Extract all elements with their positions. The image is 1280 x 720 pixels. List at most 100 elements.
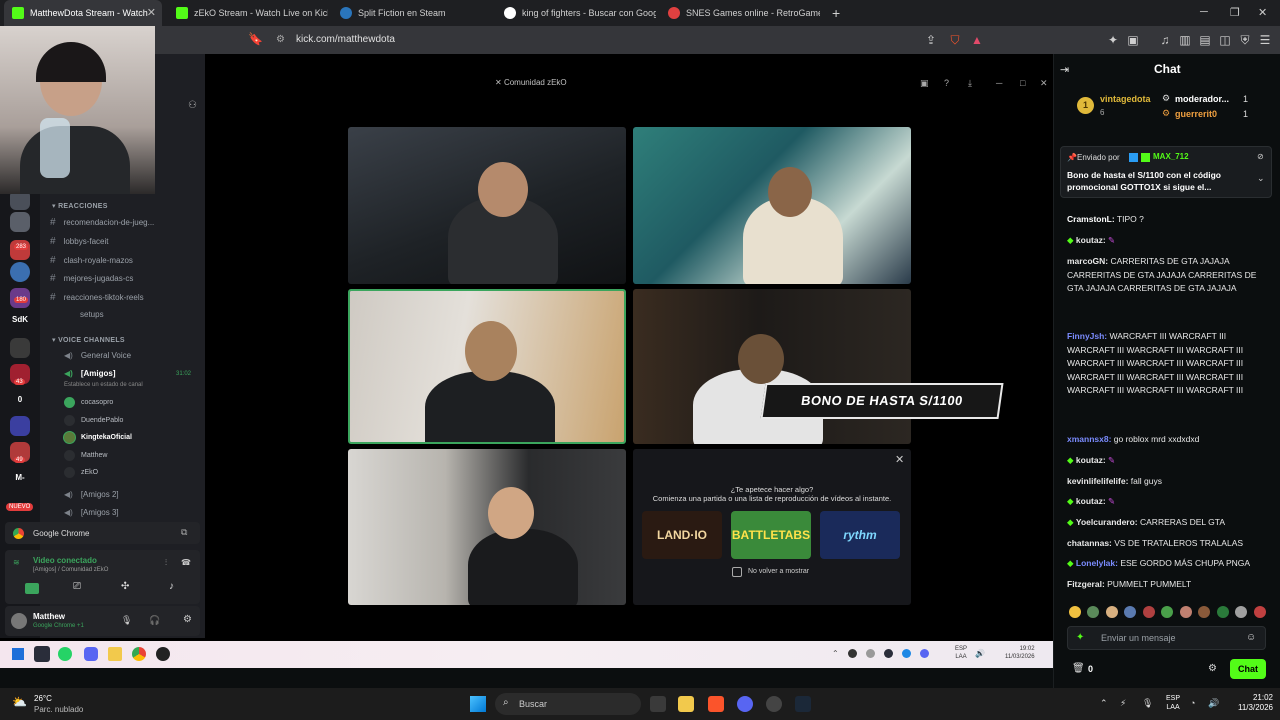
chat-message[interactable]: ◆ koutaz: ✎ — [1067, 495, 1257, 509]
voice-channel-general[interactable]: ◀) General Voice — [64, 351, 131, 360]
emote-icon[interactable] — [1142, 605, 1155, 618]
close-icon[interactable]: ✕ — [895, 453, 904, 466]
taskbar-search[interactable]: ⌕ Buscar — [495, 693, 641, 715]
emoji-picker-icon[interactable]: ☺ — [1246, 632, 1256, 643]
new-tab-button[interactable]: + — [824, 0, 844, 26]
add-friend-icon[interactable]: ⚇ — [188, 100, 197, 111]
emote-icon[interactable] — [1161, 605, 1174, 618]
chat-username[interactable]: marcoGN: — [1067, 256, 1108, 266]
channel-lobbys-faceit[interactable]: # lobbys-faceit — [50, 236, 108, 247]
voice-member[interactable]: Matthew — [64, 450, 107, 461]
chat-username[interactable]: FinnyJsh: — [1067, 331, 1107, 341]
brave-shield-icon[interactable]: ⛉ — [948, 33, 962, 47]
site-info-icon[interactable]: ⚙ — [276, 30, 285, 50]
emote-icon[interactable] — [1235, 605, 1248, 618]
maximize-icon[interactable]: □ — [1020, 78, 1025, 88]
steam-app-icon[interactable] — [34, 646, 50, 662]
chat-message[interactable]: marcoGN: CARRERITAS DE GTA JAJAJA CARRER… — [1067, 255, 1257, 296]
tab-google[interactable]: king of fighters - Buscar con Google — [496, 0, 656, 26]
screen-share-icon[interactable]: ⎚ — [73, 581, 81, 592]
language-indicator[interactable]: ESP LAA — [955, 645, 967, 661]
url-field[interactable]: ⚙ kick.com/matthewdota — [270, 30, 990, 50]
noise-suppression-icon[interactable]: ⫶ — [165, 558, 167, 568]
tab-steam[interactable]: Split Fiction en Steam — [332, 0, 492, 26]
server-icon[interactable] — [10, 262, 30, 282]
chat-input[interactable]: ✦ Enviar un mensaje ☺ — [1067, 626, 1266, 650]
rewards-icon[interactable]: ▲ — [970, 33, 984, 47]
activities-icon[interactable]: ✣ — [121, 581, 129, 592]
channel-reacciones-tiktok[interactable]: # reacciones-tiktok-reels — [50, 292, 144, 303]
volume-icon[interactable]: 🔊 — [975, 649, 985, 658]
brave-icon[interactable] — [708, 696, 724, 712]
voice-channel-amigos3[interactable]: ◀) [Amigos 3] — [64, 508, 119, 517]
close-tab-icon[interactable]: ✕ — [147, 6, 156, 19]
obs-icon[interactable] — [766, 696, 782, 712]
close-window-icon[interactable]: ✕ — [1258, 6, 1267, 19]
discord-icon[interactable] — [737, 696, 753, 712]
discord-app-icon[interactable] — [84, 647, 98, 661]
chat-message[interactable]: Fitzgeral: PUMMELT PUMMELT — [1067, 578, 1257, 592]
pinned-sender[interactable]: MAX_712 — [1153, 152, 1189, 161]
file-explorer-icon[interactable] — [678, 696, 694, 712]
server-icon[interactable] — [10, 338, 30, 358]
wallet-icon[interactable]: ▤ — [1198, 33, 1212, 47]
settings-icon[interactable]: ⚙ — [183, 614, 192, 625]
chat-message[interactable]: FinnyJsh: WARCRAFT III WARCRAFT III WARC… — [1067, 330, 1257, 398]
windows-start-icon[interactable] — [12, 648, 24, 660]
app-icon[interactable] — [156, 647, 170, 661]
chat-message[interactable]: chatannas: VS DE TRATALEROS TRALALAS — [1067, 537, 1257, 551]
pip-icon[interactable]: ▣ — [920, 78, 929, 89]
voice-member[interactable]: zEkO — [64, 467, 98, 478]
chevron-down-icon[interactable]: ⌄ — [1257, 173, 1265, 184]
video-tile[interactable] — [633, 127, 911, 284]
close-icon[interactable]: ✕ — [1040, 78, 1048, 89]
game-card-rythm[interactable]: rythm — [820, 511, 900, 559]
popout-icon[interactable]: ⧉ — [181, 527, 187, 538]
emote-icon[interactable] — [1179, 605, 1192, 618]
tray-chevron-icon[interactable]: ⌃ — [832, 649, 839, 658]
channel-mejores-jugadas[interactable]: # mejores-jugadas-cs — [50, 273, 133, 284]
tab-matthewdota[interactable]: MatthewDota Stream - Watch ✕ — [4, 0, 162, 26]
emote-icon[interactable] — [1216, 605, 1229, 618]
emote-icon[interactable] — [1105, 605, 1118, 618]
mod-name[interactable]: moderador... — [1175, 94, 1229, 104]
extensions-icon[interactable]: ✦ — [1106, 33, 1120, 47]
mic-icon[interactable]: 🎙 — [1142, 698, 1153, 709]
minimize-icon[interactable]: ─ — [996, 78, 1002, 88]
server-icon[interactable] — [10, 416, 30, 436]
chat-username[interactable]: Lonelylak: — [1076, 558, 1118, 568]
tab-zeko[interactable]: zEkO Stream - Watch Live on Kick — [168, 0, 328, 26]
screenshot-icon[interactable]: ▣ — [1126, 33, 1140, 47]
server-zero[interactable]: 0 — [10, 390, 30, 410]
chat-username[interactable]: Yoelcurandero: — [1076, 517, 1138, 527]
share-icon[interactable]: ⇪ — [924, 33, 938, 47]
tray-icon[interactable] — [866, 649, 875, 658]
shield-icon[interactable]: ⛨ — [1238, 33, 1252, 47]
folder-icon[interactable] — [108, 647, 122, 661]
chat-username[interactable]: koutaz: — [1076, 455, 1106, 465]
voice-channel-amigos2[interactable]: ◀) [Amigos 2] — [64, 490, 119, 499]
tray-icon[interactable] — [902, 649, 911, 658]
chat-message[interactable]: ◆ koutaz: ✎ — [1067, 454, 1257, 468]
chat-username[interactable]: xmannsx8: — [1067, 434, 1111, 444]
tray-icon[interactable] — [848, 649, 857, 658]
language-indicator[interactable]: ESP LAA — [1166, 694, 1180, 712]
chat-message[interactable]: CramstonL: TIPO ? — [1067, 213, 1257, 227]
windows-start-icon[interactable] — [470, 696, 486, 712]
camera-button[interactable] — [25, 583, 39, 594]
vpn-icon[interactable]: ◫ — [1218, 33, 1232, 47]
voice-member[interactable]: DuendePablo — [64, 415, 123, 426]
chat-username[interactable]: chatannas: — [1067, 538, 1112, 548]
server-m[interactable]: M- — [10, 468, 30, 488]
leader-name[interactable]: vintagedota — [1100, 94, 1151, 104]
chat-message[interactable]: kevinlifelifelife: fall guys — [1067, 475, 1257, 489]
chat-message[interactable]: xmannsx8: go roblox mrd xxdxdxd — [1067, 433, 1257, 447]
chat-username[interactable]: kevinlifelifelife: — [1067, 476, 1128, 486]
chat-username[interactable]: CramstonL: — [1067, 214, 1115, 224]
video-tile[interactable] — [348, 127, 626, 284]
pinned-message[interactable]: 📌 Enviado por MAX_712 ⊘ Bono de hasta el… — [1060, 146, 1272, 198]
unpin-icon[interactable]: ⊘ — [1257, 152, 1264, 161]
sidebar-icon[interactable]: ▥ — [1178, 33, 1192, 47]
tray-icon[interactable] — [884, 649, 893, 658]
server-sdk[interactable]: SdK — [10, 310, 30, 330]
